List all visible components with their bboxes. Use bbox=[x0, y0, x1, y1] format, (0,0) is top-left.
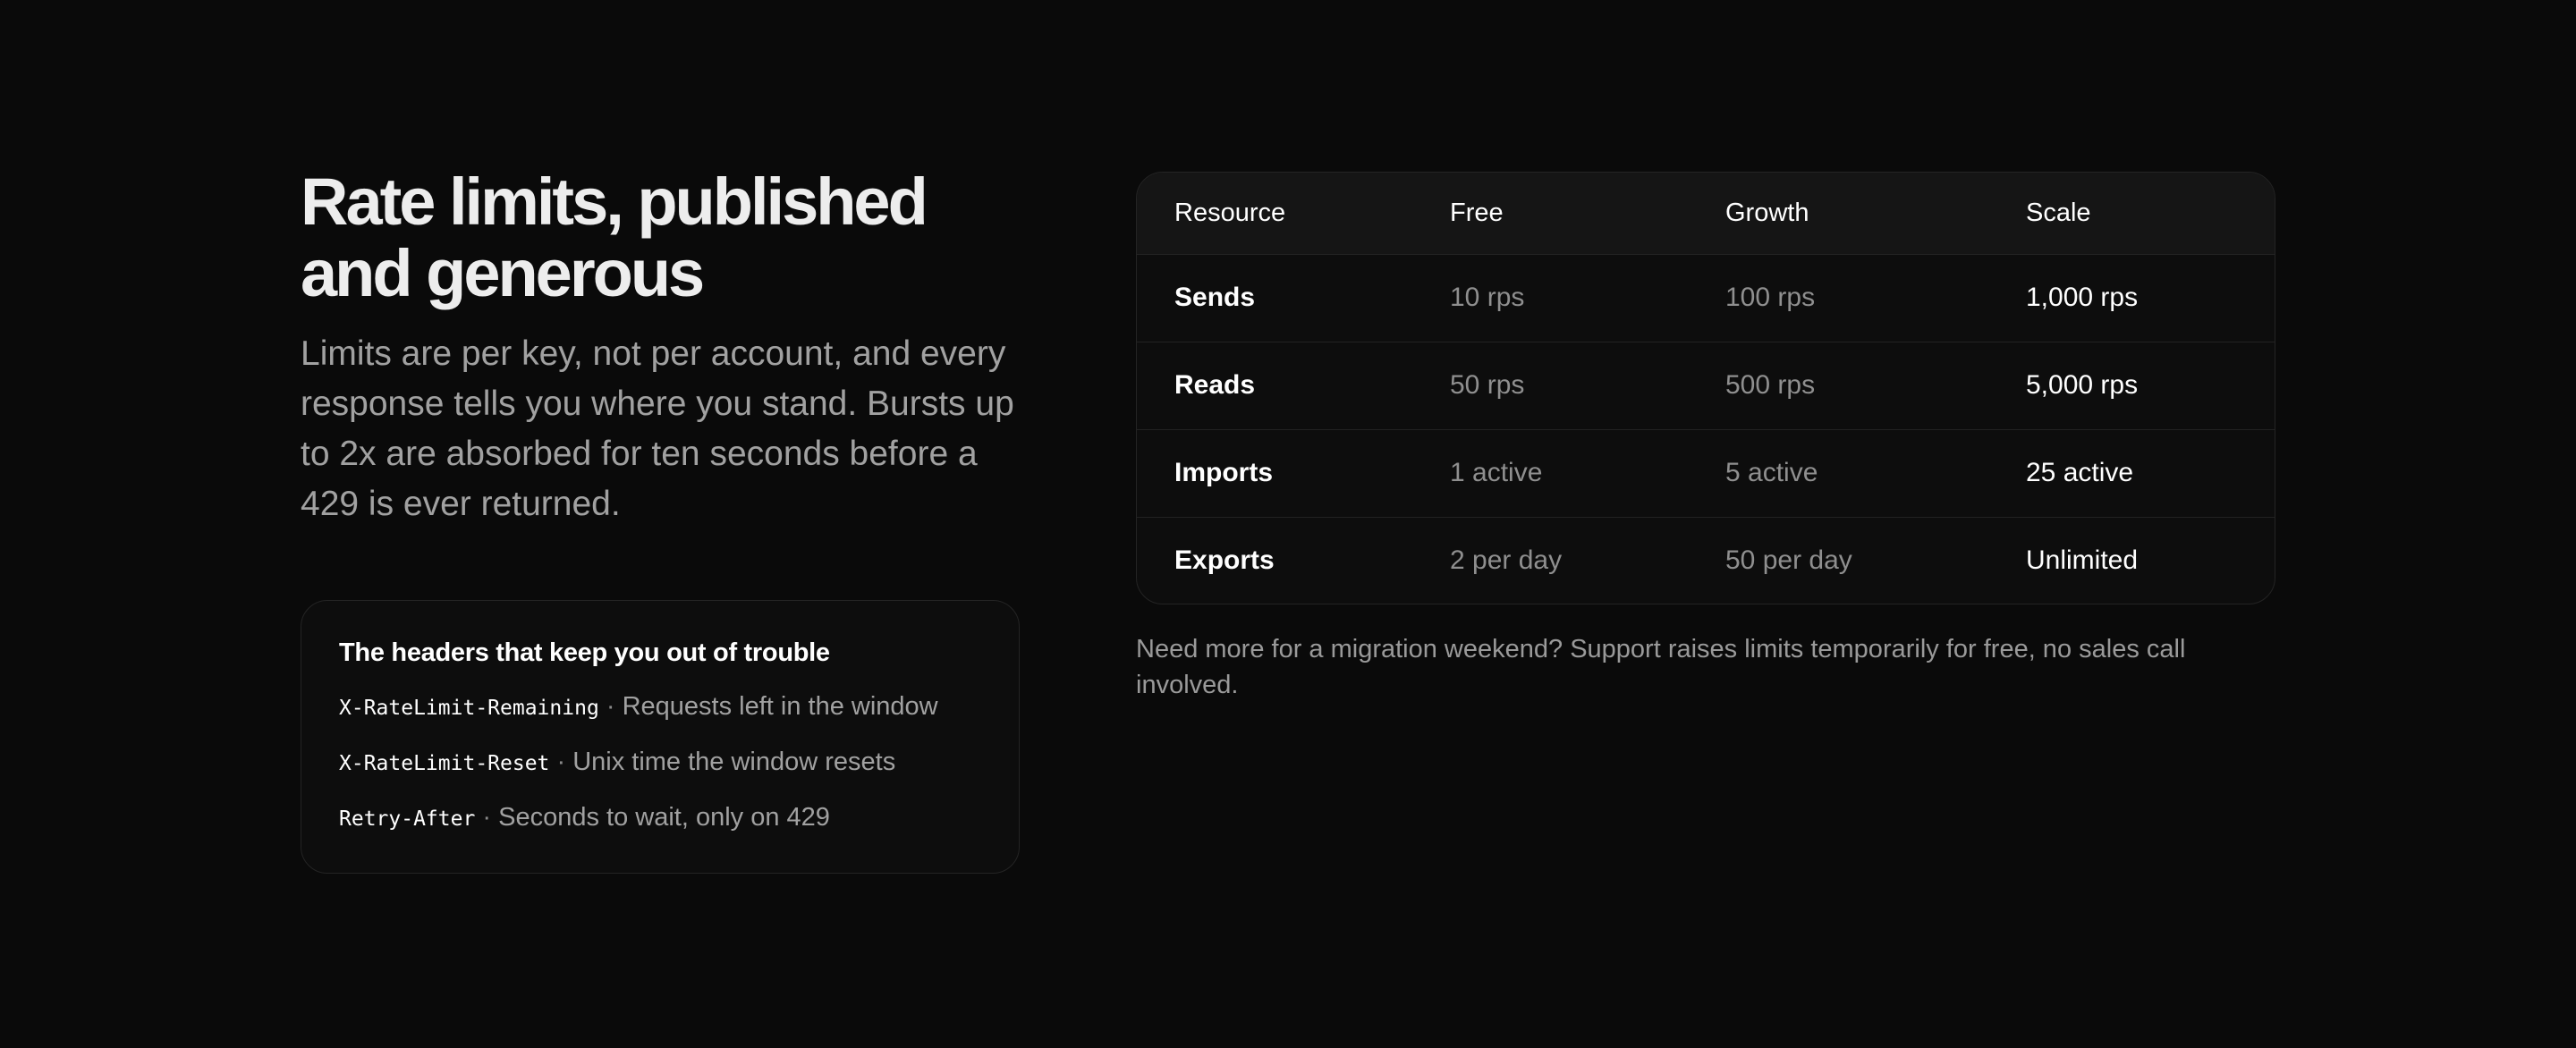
page-description: Limits are per key, not per account, and… bbox=[301, 334, 1014, 523]
growth-cell: 50 per day bbox=[1688, 516, 1988, 604]
header-name: X-RateLimit-Remaining bbox=[339, 697, 599, 720]
free-cell: 50 rps bbox=[1412, 341, 1688, 429]
header-item-remaining: X-RateLimit-Remaining · Requests left in… bbox=[339, 689, 983, 726]
column-header-scale: Scale bbox=[1988, 173, 2275, 255]
scale-cell: Unlimited bbox=[1988, 516, 2275, 604]
table-row: Reads 50 rps 500 rps 5,000 rps bbox=[1137, 341, 2275, 429]
table-body: Sends 10 rps 100 rps 1,000 rps Reads 50 … bbox=[1137, 254, 2275, 604]
header-description: Requests left in the window bbox=[622, 692, 938, 721]
page-title-line-2: and generous bbox=[301, 236, 705, 310]
resource-cell: Imports bbox=[1137, 428, 1412, 517]
table-header: Resource Free Growth Scale bbox=[1137, 173, 2275, 255]
rate-limit-headers-card: The headers that keep you out of trouble… bbox=[301, 600, 1020, 874]
header-name: X-RateLimit-Reset bbox=[339, 752, 550, 775]
scale-cell: 1,000 rps bbox=[2026, 283, 2139, 312]
free-cell: 1 active bbox=[1412, 428, 1688, 517]
page-title: Rate limits, published and generous bbox=[301, 166, 1021, 309]
headers-card-title: The headers that keep you out of trouble bbox=[339, 638, 830, 667]
rate-limits-table-card: Resource Free Growth Scale Sends 10 rps … bbox=[1136, 172, 2275, 604]
separator: · bbox=[482, 803, 492, 832]
table-row: Sends 10 rps 100 rps 1,000 rps bbox=[1137, 254, 2275, 342]
resource-cell: Reads bbox=[1137, 341, 1412, 429]
column-header-free: Free bbox=[1412, 173, 1688, 255]
growth-cell: 100 rps bbox=[1725, 283, 1816, 312]
separator: · bbox=[556, 748, 566, 776]
resource-cell: Exports bbox=[1137, 516, 1412, 604]
header-item-retry-after: Retry-After · Seconds to wait, only on 4… bbox=[339, 799, 983, 837]
column-header-growth: Growth bbox=[1688, 173, 1988, 255]
separator: · bbox=[606, 692, 615, 721]
resource-cell: Sends bbox=[1174, 283, 1256, 312]
free-cell: 10 rps bbox=[1450, 283, 1525, 312]
table-row: Imports 1 active 5 active 25 active bbox=[1137, 428, 2275, 517]
rate-limits-intro: Rate limits, published and generous Limi… bbox=[301, 166, 1021, 529]
column-header-resource: Resource bbox=[1137, 173, 1412, 255]
scale-cell: 5,000 rps bbox=[1988, 341, 2275, 429]
header-description: Unix time the window resets bbox=[572, 748, 896, 776]
rate-limits-table: Resource Free Growth Scale Sends 10 rps … bbox=[1137, 173, 2275, 604]
limits-note: Need more for a migration weekend? Suppo… bbox=[1136, 635, 2186, 699]
page-title-line-1: Rate limits, published bbox=[301, 165, 928, 239]
header-description: Seconds to wait, only on 429 bbox=[498, 803, 830, 832]
table-header-row: Resource Free Growth Scale bbox=[1137, 173, 2275, 255]
free-cell: 2 per day bbox=[1412, 516, 1688, 604]
header-item-reset: X-RateLimit-Reset · Unix time the window… bbox=[339, 744, 983, 782]
growth-cell: 5 active bbox=[1688, 428, 1988, 517]
table-row: Exports 2 per day 50 per day Unlimited bbox=[1137, 516, 2275, 604]
growth-cell: 500 rps bbox=[1688, 341, 1988, 429]
scale-cell: 25 active bbox=[1988, 428, 2275, 517]
header-name: Retry-After bbox=[339, 807, 476, 831]
